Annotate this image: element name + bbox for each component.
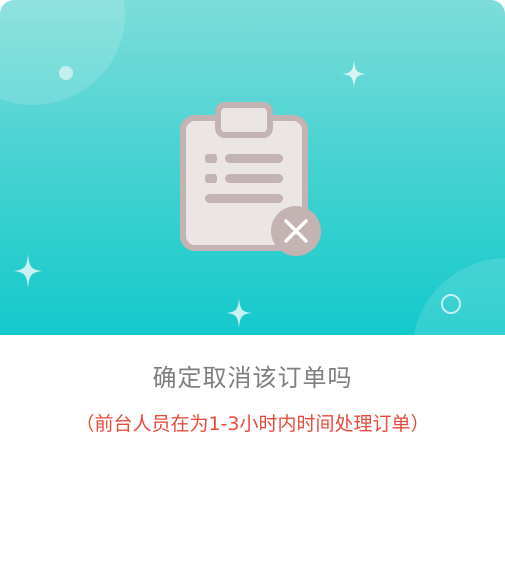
- decorative-dot: [59, 66, 73, 80]
- decorative-circle: [0, 0, 125, 105]
- sparkle-icon: [226, 298, 252, 328]
- sparkle-icon: [342, 60, 366, 88]
- dialog-subtitle-note: （前台人员在为1-3小时内时间处理订单）: [75, 413, 430, 435]
- decorative-ring: [441, 294, 461, 314]
- dialog-header-banner: [0, 0, 505, 335]
- dialog-title: 确定取消该订单吗: [152, 364, 353, 392]
- clipboard-cancel-icon: [180, 102, 321, 256]
- sparkle-icon: [13, 254, 43, 288]
- cancel-order-dialog: 确定取消该订单吗 （前台人员在为1-3小时内时间处理订单）: [0, 0, 505, 567]
